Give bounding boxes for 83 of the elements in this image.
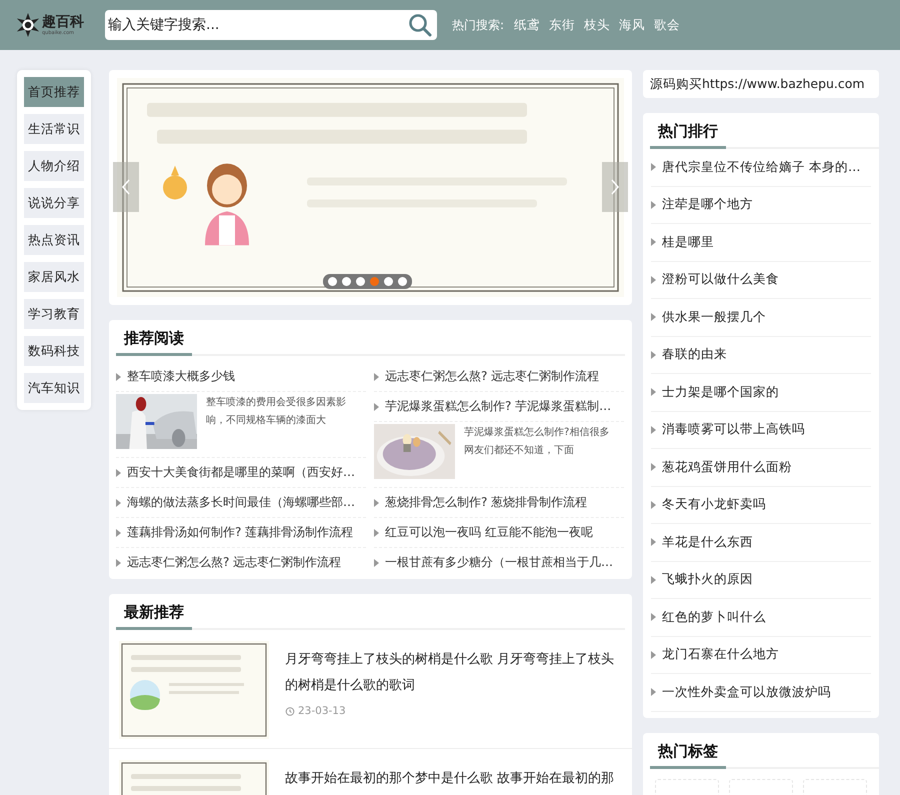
bullet-triangle-icon: [651, 313, 656, 322]
ranking-link[interactable]: 葱花鸡蛋饼用什么面粉: [662, 458, 792, 476]
article-title[interactable]: 故事开始在最初的那个梦中是什么歌 故事开始在最初的那: [285, 766, 614, 792]
bullet-triangle-icon: [116, 498, 121, 506]
chevron-left-icon: [121, 178, 131, 196]
section-title: 最新推荐: [116, 594, 192, 630]
bullet-triangle-icon: [374, 498, 379, 506]
bullet-triangle-icon: [116, 372, 121, 380]
section-title: 热门标签: [650, 732, 726, 768]
ranking-link[interactable]: 桂是哪里: [662, 234, 714, 251]
logo-name[interactable]: 趣百科: [42, 14, 84, 28]
bullet-triangle-icon: [651, 576, 656, 584]
article-excerpt: 芋泥爆浆蛋糕怎么制作?相信很多网友们都还不知道，下面: [464, 426, 610, 458]
ranking-link[interactable]: 龙门石寨在什么地方: [662, 646, 779, 664]
ranking-link[interactable]: 红色的萝卜叫什么: [662, 608, 766, 626]
bullet-triangle-icon: [374, 372, 379, 380]
bullet-triangle-icon: [116, 528, 121, 536]
clock-icon: [285, 706, 295, 716]
article-title[interactable]: 月牙弯弯挂上了枝头的树梢是什么歌 月牙弯弯挂上了枝头的树梢是什么歌的歌词: [285, 647, 626, 699]
carousel-dot[interactable]: [356, 277, 365, 286]
ranking-link[interactable]: 士力架是哪个国家的: [662, 384, 779, 401]
bullet-triangle-icon: [651, 688, 656, 696]
nav-item[interactable]: 热点资讯: [24, 225, 84, 255]
nav-item[interactable]: 生活常识: [24, 114, 84, 144]
article-link[interactable]: 海螺的做法蒸多长时间最佳（海螺哪些部…: [127, 494, 355, 511]
bullet-triangle-icon: [374, 528, 379, 536]
ranking-link[interactable]: 羊花是什么东西: [662, 534, 753, 551]
article-link[interactable]: 葱烧排骨怎么制作? 葱烧排骨制作流程: [385, 494, 588, 511]
ranking-link[interactable]: 一次性外卖盒可以放微波炉吗: [662, 684, 831, 701]
carousel-dot[interactable]: [370, 277, 379, 286]
bullet-triangle-icon: [651, 500, 656, 509]
ranking-link[interactable]: 春联的由来: [662, 346, 727, 364]
ranking-link[interactable]: 唐代宗皇位不传位给嫡子 本身的…: [662, 158, 860, 176]
bullet-triangle-icon: [116, 468, 121, 476]
ranking-link[interactable]: 消毒喷雾可以带上高铁吗: [662, 421, 805, 438]
chevron-right-icon: [610, 178, 620, 196]
article-link[interactable]: 莲藕排骨汤如何制作? 莲藕排骨汤制作流程: [127, 524, 354, 541]
article-link[interactable]: 西安十大美食街都是哪里的菜啊（西安好…: [127, 464, 355, 481]
bullet-triangle-icon: [374, 558, 379, 566]
carousel-dot[interactable]: [384, 277, 393, 286]
section-title: 热门排行: [650, 113, 726, 149]
article-link[interactable]: 整车喷漆大概多少钱: [127, 368, 235, 385]
search-field[interactable]: 输入关键字搜索...: [105, 10, 437, 40]
nav-item[interactable]: 首页推荐: [24, 77, 84, 107]
nav-item[interactable]: 学习教育: [24, 299, 84, 329]
article-link[interactable]: 远志枣仁粥怎么熬? 远志枣仁粥制作流程: [385, 368, 600, 385]
nav-item[interactable]: 数码科技: [24, 336, 84, 366]
source-note: 源码购买https://www.bazhepu.com: [650, 76, 865, 92]
bullet-triangle-icon: [651, 163, 656, 172]
article-excerpt: 整车喷漆的费用会受很多因素影响，不同规格车辆的漆面大: [206, 396, 347, 428]
bullet-triangle-icon: [651, 350, 656, 359]
bullet-triangle-icon: [651, 650, 656, 659]
bullet-triangle-icon: [651, 426, 656, 434]
article-link[interactable]: 芋泥爆浆蛋糕怎么制作? 芋泥爆浆蛋糕制…: [385, 398, 612, 415]
search-icon[interactable]: [408, 13, 432, 37]
ranking-link[interactable]: 注荦是哪个地方: [662, 196, 753, 214]
carousel-dot[interactable]: [328, 277, 337, 286]
carousel-dot[interactable]: [398, 277, 407, 286]
ranking-link[interactable]: 供水果一般摆几个: [662, 308, 766, 326]
bullet-triangle-icon: [651, 200, 656, 209]
nav-item[interactable]: 说说分享: [24, 188, 84, 218]
bullet-triangle-icon: [651, 388, 656, 396]
article-link[interactable]: 远志枣仁粥怎么熬? 远志枣仁粥制作流程: [127, 554, 342, 571]
bullet-triangle-icon: [651, 238, 656, 246]
bullet-triangle-icon: [651, 613, 656, 622]
hot-search-label: 热门搜索:: [452, 16, 504, 34]
bullet-triangle-icon: [116, 558, 121, 566]
ranking-link[interactable]: 冬天有小龙虾卖吗: [662, 496, 766, 514]
nav-item[interactable]: 人物介绍: [24, 151, 84, 181]
logo-burst-icon: [16, 13, 40, 37]
bullet-triangle-icon: [651, 538, 656, 546]
bullet-triangle-icon: [374, 402, 379, 410]
section-title: 推荐阅读: [116, 320, 192, 356]
article-link[interactable]: 红豆可以泡一夜吗 红豆能不能泡一夜呢: [385, 524, 593, 541]
nav-item[interactable]: 家居风水: [24, 262, 84, 292]
ranking-link[interactable]: 澄粉可以做什么美食: [662, 271, 779, 288]
ranking-link[interactable]: 飞蛾扑火的原因: [662, 571, 753, 588]
carousel-dot[interactable]: [342, 277, 351, 286]
bullet-triangle-icon: [651, 276, 656, 284]
publish-date: 23-03-13: [298, 705, 346, 717]
bullet-triangle-icon: [651, 463, 656, 472]
article-link[interactable]: 一根甘蔗有多少糖分（一根甘蔗相当于几…: [385, 554, 613, 571]
nav-item[interactable]: 汽车知识: [24, 373, 84, 403]
